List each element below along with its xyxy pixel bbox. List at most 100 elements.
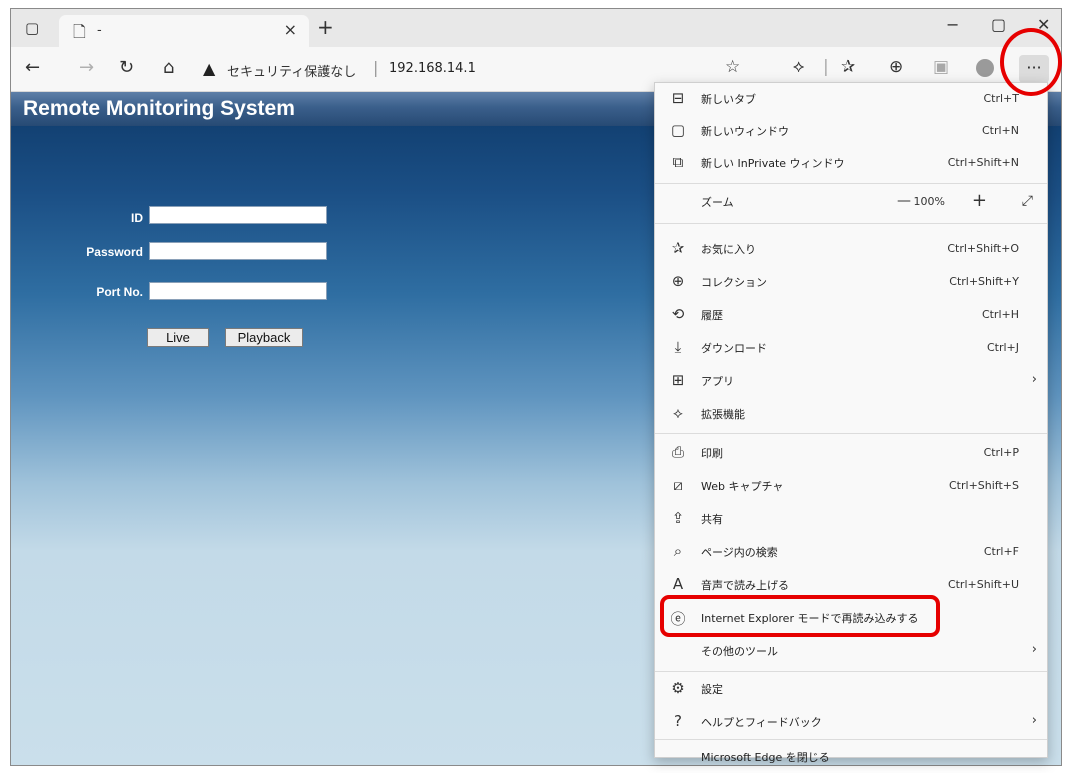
zoom-out-button[interactable]: —: [897, 193, 911, 209]
menu-divider: [655, 671, 1047, 672]
menu-item-help[interactable]: ? ヘルプとフィードバック ›: [655, 706, 1047, 738]
tab-close-icon[interactable]: ×: [284, 20, 297, 39]
id-input[interactable]: [149, 206, 327, 224]
highlight-box: [660, 595, 940, 637]
collections-menu-icon: ⊕: [671, 272, 685, 290]
menu-item-inprivate[interactable]: ⧉ 新しい InPrivate ウィンドウ Ctrl+Shift+N: [655, 147, 1047, 179]
browser-tab[interactable]: 🗋 - ×: [59, 15, 309, 47]
menu-item-favorites[interactable]: ✰ お気に入り Ctrl+Shift+O: [655, 233, 1047, 265]
add-favorite-icon[interactable]: ☆: [725, 57, 740, 77]
menu-item-shortcut: Ctrl+T: [983, 92, 1019, 105]
menu-item-collections[interactable]: ⊕ コレクション Ctrl+Shift+Y: [655, 266, 1047, 298]
menu-item-more-tools[interactable]: その他のツール ›: [655, 635, 1047, 667]
menu-item-print[interactable]: ⎙ 印刷 Ctrl+P: [655, 437, 1047, 469]
url-text[interactable]: 192.168.14.1: [389, 61, 476, 76]
menu-item-label: コレクション: [701, 276, 767, 289]
minimize-button[interactable]: −: [946, 15, 959, 34]
new-tab-menu-icon: ⊟: [671, 89, 685, 107]
find-in-page-icon: ⌕: [673, 542, 683, 560]
menu-item-downloads[interactable]: ⤓ ダウンロード Ctrl+J: [655, 332, 1047, 364]
page-title: Remote Monitoring System: [23, 97, 295, 120]
print-icon: ⎙: [671, 443, 684, 461]
help-icon: ?: [674, 712, 682, 730]
menu-item-shortcut: Ctrl+H: [981, 308, 1019, 321]
security-label[interactable]: セキュリティ保護なし: [227, 61, 356, 80]
menu-item-shortcut: Ctrl+N: [981, 124, 1019, 137]
menu-item-settings[interactable]: ⚙ 設定: [655, 673, 1047, 705]
chevron-right-icon: ›: [1031, 713, 1037, 728]
apps-icon: ⊞: [671, 371, 685, 389]
menu-divider: [655, 223, 1047, 224]
menu-item-find[interactable]: ⌕ ページ内の検索 Ctrl+F: [655, 536, 1047, 568]
refresh-icon[interactable]: ↻: [119, 57, 134, 78]
menu-item-shortcut: Ctrl+Shift+S: [949, 479, 1019, 492]
menu-item-extensions[interactable]: ⟡ 拡張機能: [655, 398, 1047, 430]
menu-item-shortcut: Ctrl+Shift+N: [947, 156, 1019, 169]
extensions-icon[interactable]: ⟡: [793, 57, 804, 77]
address-bar[interactable]: ▲ セキュリティ保護なし | 192.168.14.1: [203, 54, 763, 84]
tab-strip: ▢ 🗋 - × + − ▢ ✕: [11, 9, 1061, 47]
id-label: ID: [131, 211, 143, 225]
menu-item-shortcut: Ctrl+F: [983, 545, 1019, 558]
menu-item-label: 履歴: [701, 309, 723, 322]
menu-item-web-capture[interactable]: ⧄ Web キャプチャ Ctrl+Shift+S: [655, 470, 1047, 502]
menu-item-shortcut: Ctrl+Shift+Y: [949, 275, 1019, 288]
history-icon: ⟲: [671, 305, 685, 323]
menu-item-apps[interactable]: ⊞ アプリ ›: [655, 365, 1047, 397]
menu-item-label: ダウンロード: [701, 342, 767, 355]
page-favicon-icon: 🗋: [73, 22, 86, 41]
menu-item-shortcut: Ctrl+P: [983, 446, 1019, 459]
forward-icon[interactable]: →: [79, 57, 94, 78]
ie-mode-icon[interactable]: ▣: [933, 57, 949, 77]
menu-item-shortcut: Ctrl+Shift+U: [947, 578, 1019, 591]
menu-item-label: Web キャプチャ: [701, 480, 784, 493]
web-capture-icon: ⧄: [673, 476, 683, 494]
profile-avatar[interactable]: [976, 59, 994, 77]
playback-button[interactable]: Playback: [225, 328, 303, 347]
highlight-circle: [1000, 28, 1062, 96]
menu-item-zoom: ズーム — 100% + ⤢: [655, 186, 1047, 218]
maximize-button[interactable]: ▢: [991, 15, 1006, 34]
settings-menu: ⊟ 新しいタブ Ctrl+T ▢ 新しいウィンドウ Ctrl+N ⧉ 新しい I…: [654, 82, 1048, 764]
menu-item-label: ヘルプとフィードバック: [701, 716, 822, 729]
menu-divider: [655, 433, 1047, 434]
toolbar-divider: |: [823, 57, 829, 77]
menu-divider: [655, 739, 1047, 740]
menu-item-new-window[interactable]: ▢ 新しいウィンドウ Ctrl+N: [655, 115, 1047, 147]
menu-item-label: 共有: [701, 513, 723, 526]
new-window-icon: ▢: [670, 121, 686, 139]
menu-item-new-tab[interactable]: ⊟ 新しいタブ Ctrl+T: [655, 83, 1047, 115]
port-input[interactable]: [149, 282, 327, 300]
new-tab-icon[interactable]: +: [317, 15, 334, 39]
back-icon[interactable]: ←: [25, 57, 40, 78]
home-icon[interactable]: ⌂: [163, 57, 174, 78]
share-icon: ⇪: [671, 509, 685, 527]
menu-item-label: 新しいタブ: [701, 93, 756, 106]
warning-icon[interactable]: ▲: [203, 59, 215, 78]
address-separator: |: [373, 58, 379, 77]
collections-icon[interactable]: ⊕: [889, 57, 903, 77]
tab-title: -: [97, 23, 102, 38]
menu-item-label: その他のツール: [701, 645, 778, 658]
menu-item-close-edge[interactable]: Microsoft Edge を閉じる: [655, 741, 1047, 773]
password-input[interactable]: [149, 242, 327, 260]
live-button[interactable]: Live: [147, 328, 209, 347]
menu-item-share[interactable]: ⇪ 共有: [655, 503, 1047, 535]
menu-item-history[interactable]: ⟲ 履歴 Ctrl+H: [655, 299, 1047, 331]
menu-item-shortcut: Ctrl+J: [986, 341, 1019, 354]
settings-gear-icon: ⚙: [671, 679, 685, 697]
menu-item-label: Microsoft Edge を閉じる: [701, 751, 830, 764]
menu-item-label: アプリ: [701, 375, 734, 388]
download-icon: ⤓: [674, 338, 682, 356]
favorites-icon[interactable]: ✰: [841, 57, 855, 77]
extensions-menu-icon: ⟡: [673, 404, 683, 422]
fullscreen-icon[interactable]: ⤢: [1022, 193, 1033, 209]
menu-item-label: お気に入り: [701, 243, 756, 256]
password-label: Password: [86, 245, 143, 259]
zoom-in-button[interactable]: +: [972, 190, 987, 211]
chevron-right-icon: ›: [1031, 642, 1037, 657]
tab-actions-icon[interactable]: ▢: [25, 19, 39, 37]
menu-item-label: ページ内の検索: [701, 546, 778, 559]
menu-item-label: ズーム: [701, 196, 734, 209]
menu-item-label: 新しいウィンドウ: [701, 125, 789, 138]
